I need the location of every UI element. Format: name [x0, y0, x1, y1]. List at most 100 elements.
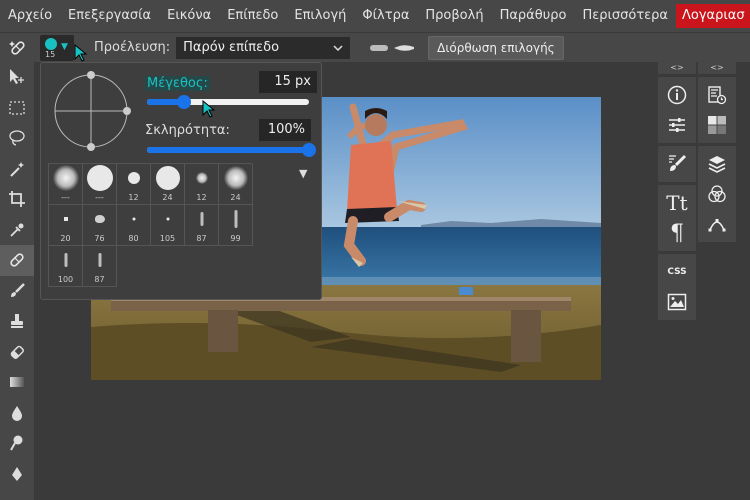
brush-preset[interactable]: 99 [219, 205, 253, 246]
brush-preset[interactable]: 87 [83, 246, 117, 287]
size-label: Μέγεθος: [145, 76, 210, 91]
menu-edit[interactable]: Επεξεργασία [60, 0, 159, 32]
select-chevron-icon [333, 44, 343, 51]
account-button[interactable]: Λογαριασ [676, 4, 750, 28]
hardness-slider[interactable] [147, 143, 316, 157]
brush-preset[interactable]: 87 [185, 205, 219, 246]
cursor-arrow-icon-2 [202, 100, 216, 118]
right-panel-col-2: <> [698, 62, 736, 242]
panel-collapse-toggle-2[interactable]: <> [698, 62, 736, 74]
brush-preset[interactable]: 24 [151, 164, 185, 205]
brush-preset[interactable]: 12 [117, 164, 151, 205]
layers-icon[interactable] [702, 149, 732, 179]
cursor-arrow-icon [74, 44, 88, 62]
eyedropper-tool-icon[interactable] [0, 215, 34, 246]
brush-preset[interactable]: 80 [117, 205, 151, 246]
chevron-down-icon: ▼ [61, 41, 68, 52]
clone-stamp-tool-icon[interactable] [0, 306, 34, 337]
panel-group-layers [698, 146, 736, 242]
brush-angle-widget[interactable] [51, 71, 131, 151]
channels-icon[interactable] [702, 179, 732, 209]
menu-layer[interactable]: Επίπεδο [219, 0, 286, 32]
brush-preset[interactable]: 20 [49, 205, 83, 246]
character-icon[interactable]: Tt [662, 188, 692, 218]
brush-preset[interactable]: 12 [185, 164, 219, 205]
adjustments-icon[interactable] [662, 110, 692, 140]
left-toolbar [0, 62, 34, 500]
brush-preset[interactable]: 76 [83, 205, 117, 246]
menu-file[interactable]: Αρχείο [0, 0, 60, 32]
dodge-tool-icon[interactable] [0, 428, 34, 459]
fix-selection-button[interactable]: Διόρθωση επιλογής [428, 35, 564, 60]
right-panel-col-1: <> Tt ¶ CSS [658, 62, 696, 320]
lasso-tool-icon[interactable] [0, 123, 34, 154]
brush-preset-label: 12 [196, 193, 207, 202]
panel-group-text: Tt ¶ [658, 185, 696, 251]
crop-tool-icon[interactable] [0, 184, 34, 215]
brush-preset[interactable]: 105 [151, 205, 185, 246]
gradient-tool-icon[interactable] [0, 367, 34, 398]
menu-window[interactable]: Παράθυρο [492, 0, 575, 32]
brush-preset-label: 20 [60, 234, 71, 243]
healing-brush-tool-icon[interactable] [0, 245, 34, 276]
brush-settings-popup: Μέγεθος: 15 px Σκληρότητα: 100% ▼ --- ---… [40, 62, 322, 300]
info-icon[interactable] [662, 80, 692, 110]
menu-more[interactable]: Περισσότερα [574, 0, 676, 32]
brush-preset-shape [132, 217, 135, 221]
move-tool-icon[interactable] [0, 62, 34, 93]
brush-preset[interactable]: --- [49, 164, 83, 205]
brush-preset-shape [200, 212, 203, 226]
brush-preset-shape [64, 253, 67, 267]
size-slider[interactable] [147, 95, 309, 109]
brush-preset-shape [195, 172, 208, 184]
menu-select[interactable]: Επιλογή [286, 0, 354, 32]
brush-preset-shape [155, 166, 180, 190]
brush-preset-shape [94, 215, 105, 223]
brush-preset-picker[interactable]: 15 ▼ [40, 34, 74, 61]
brush-preset[interactable]: 100 [49, 246, 83, 287]
pen-tool-icon[interactable] [0, 459, 34, 490]
size-input[interactable]: 15 px [259, 71, 317, 93]
brush-preset-shape [166, 217, 169, 221]
stroke-shape-icon[interactable] [370, 44, 389, 52]
brush-preset[interactable]: 24 [219, 164, 253, 205]
brush-preset-shape [63, 217, 68, 221]
panel-group-brush [658, 146, 696, 182]
brush-preset-shape [98, 253, 101, 267]
magic-wand-tool-icon[interactable] [0, 154, 34, 185]
brush-preset-label: 105 [159, 234, 176, 243]
brush-preset-label: 24 [162, 193, 173, 202]
brush-presets-grid: --- --- 12 24 12 24 20 76 80 105 87 99 100 87 [48, 163, 253, 287]
brush-preset-label: 76 [94, 234, 105, 243]
source-value: Παρόν επίπεδο [183, 40, 280, 55]
panel-collapse-toggle[interactable]: <> [658, 62, 696, 74]
marquee-tool-icon[interactable] [0, 93, 34, 124]
paths-icon[interactable] [702, 209, 732, 239]
history-icon[interactable] [702, 80, 732, 110]
brush-panel-icon[interactable] [662, 149, 692, 179]
brush-preset-shape [223, 166, 248, 190]
eraser-tool-icon[interactable] [0, 337, 34, 368]
presets-menu-icon[interactable]: ▼ [299, 167, 307, 180]
panel-group-history [698, 77, 736, 143]
menu-filter[interactable]: Φίλτρα [354, 0, 417, 32]
stroke-shapes [370, 44, 415, 52]
hardness-input[interactable]: 100% [259, 119, 311, 141]
size-slider-knob[interactable] [177, 95, 192, 109]
brush-preset-shape [127, 172, 140, 184]
source-label: Προέλευση: [94, 40, 171, 55]
source-select[interactable]: Παρόν επίπεδο [176, 36, 351, 59]
menu-image[interactable]: Εικόνα [159, 0, 219, 32]
css-icon[interactable]: CSS [662, 257, 692, 287]
blur-tool-icon[interactable] [0, 398, 34, 429]
hardness-slider-knob[interactable] [302, 143, 316, 157]
taper-shape-icon[interactable] [394, 44, 415, 52]
menu-view[interactable]: Προβολή [417, 0, 491, 32]
panel-group-info [658, 77, 696, 143]
brush-preset[interactable]: --- [83, 164, 117, 205]
swatches-icon[interactable] [702, 110, 732, 140]
brush-tool-icon[interactable] [0, 276, 34, 307]
paragraph-icon[interactable]: ¶ [662, 218, 692, 248]
brush-preset-shape [234, 210, 237, 228]
image-icon[interactable] [662, 287, 692, 317]
